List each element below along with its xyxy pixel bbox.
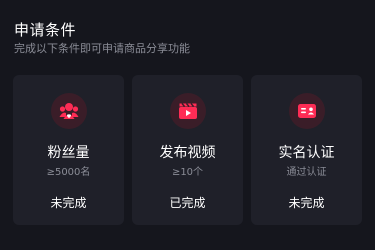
card-title: 发布视频	[159, 145, 216, 161]
section-title: 申请条件	[14, 21, 77, 39]
card-status: 已完成	[169, 196, 206, 210]
card-requirement: ≥10个	[171, 167, 204, 178]
requirement-card-fans: 粉丝量 ≥5000名 未完成	[13, 75, 124, 225]
card-status: 未完成	[50, 196, 87, 210]
card-title: 粉丝量	[47, 145, 90, 161]
card-requirement: ≥5000名	[46, 167, 91, 178]
id-card-icon	[288, 93, 325, 129]
requirement-cards: 粉丝量 ≥5000名 未完成 发布视频 ≥10个 已完成 实名认证 通过认证 未…	[13, 75, 362, 225]
card-status: 未完成	[288, 196, 325, 210]
card-title: 实名认证	[278, 145, 335, 161]
requirement-card-realname: 实名认证 通过认证 未完成	[251, 75, 362, 225]
video-icon	[169, 93, 206, 129]
requirement-card-video: 发布视频 ≥10个 已完成	[132, 75, 243, 225]
fans-icon	[50, 93, 87, 129]
card-requirement: 通过认证	[286, 167, 327, 178]
requirements-panel: 申请条件 完成以下条件即可申请商品分享功能 粉丝量 ≥5000名 未完成 发布视…	[0, 0, 375, 250]
section-subtitle: 完成以下条件即可申请商品分享功能	[14, 42, 190, 55]
